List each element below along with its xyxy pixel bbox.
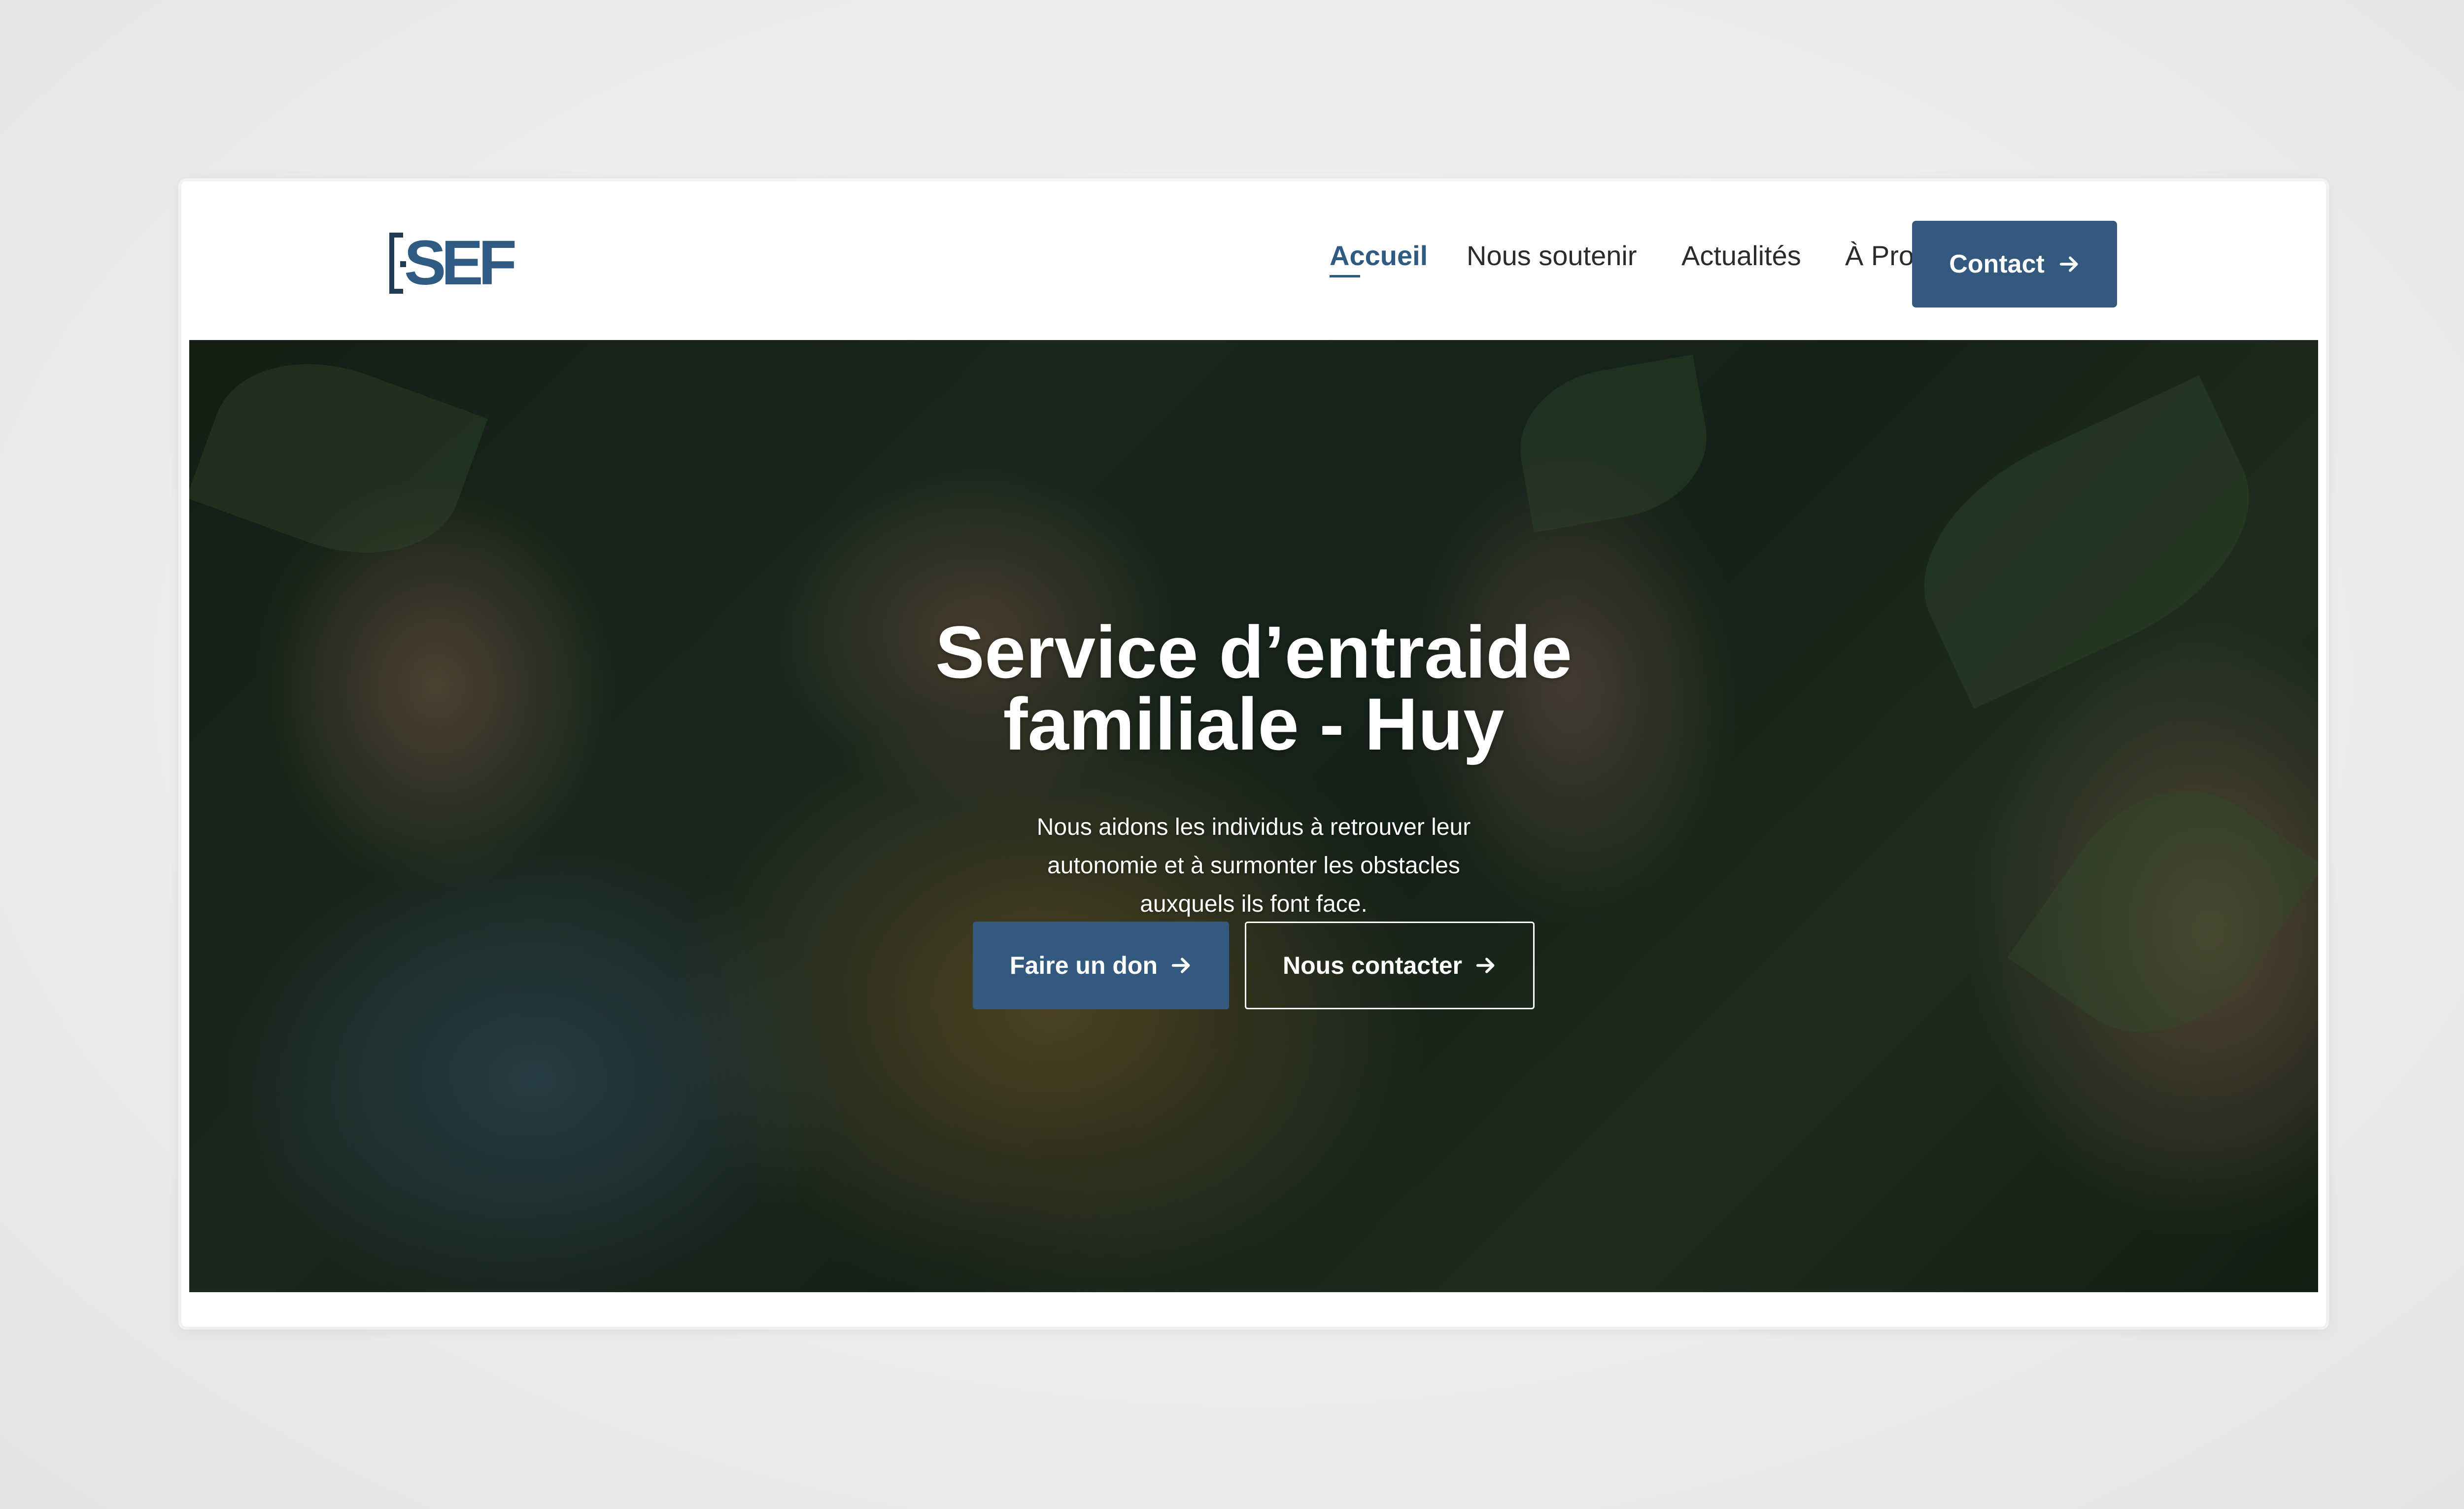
- nav-item-accueil[interactable]: Accueil: [1330, 239, 1428, 277]
- page: SEF Accueil Nous soutenir Actualités À P…: [189, 189, 2318, 1318]
- contact-us-button[interactable]: Nous contacter: [1245, 922, 1535, 1009]
- nav-item-nous-soutenir[interactable]: Nous soutenir: [1467, 239, 1637, 273]
- arrow-right-icon: [2059, 256, 2078, 272]
- browser-frame: SEF Accueil Nous soutenir Actualités À P…: [181, 181, 2326, 1327]
- donate-button-label: Faire un don: [1010, 952, 1158, 979]
- nav-item-label: Nous soutenir: [1467, 240, 1637, 271]
- contact-button-label: Contact: [1949, 250, 2045, 278]
- contact-us-button-label: Nous contacter: [1283, 952, 1462, 979]
- active-underline: [1330, 275, 1360, 277]
- hero-title: Service d’entraide familiale - Huy: [935, 611, 1573, 765]
- site-header: SEF Accueil Nous soutenir Actualités À P…: [189, 189, 2318, 340]
- hero-section: Service d’entraide familiale - Huy Nous …: [189, 340, 2318, 1292]
- donate-button[interactable]: Faire un don: [973, 922, 1229, 1009]
- contact-button[interactable]: Contact: [1912, 221, 2117, 308]
- nav-item-label: Actualités: [1681, 240, 1801, 271]
- nav-item-label: Accueil: [1330, 240, 1428, 271]
- nav-item-actualites[interactable]: Actualités: [1681, 239, 1801, 273]
- sef-logo[interactable]: SEF: [389, 232, 517, 302]
- logo-text: SEF: [404, 228, 517, 298]
- arrow-right-icon: [1476, 958, 1495, 973]
- arrow-right-icon: [1171, 958, 1190, 973]
- hero-subtitle: Nous aidons les individus à retrouver le…: [1036, 814, 1471, 917]
